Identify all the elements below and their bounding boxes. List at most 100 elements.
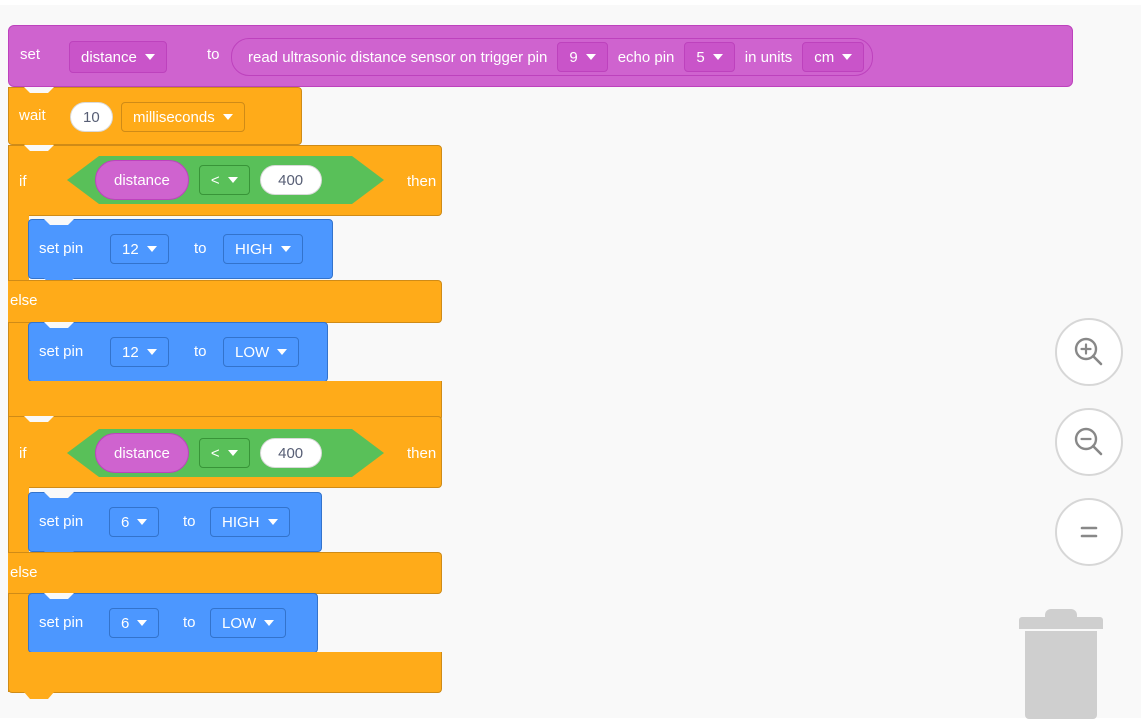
to-label: to — [183, 614, 196, 631]
trigger-pin-dropdown[interactable]: 9 — [557, 42, 608, 72]
set-pin-label: set pin — [39, 513, 84, 530]
chevron-down-icon — [146, 349, 157, 355]
chevron-down-icon — [137, 620, 148, 626]
then-label: then — [407, 173, 437, 190]
pin-value: 6 — [121, 614, 130, 632]
to-label: to — [194, 343, 207, 360]
less-than-condition[interactable]: distance < 400 — [67, 429, 384, 477]
chevron-down-icon — [144, 54, 155, 60]
distance-variable-reporter[interactable]: distance — [95, 160, 189, 200]
wait-value-input[interactable]: 10 — [70, 102, 113, 132]
then-label: then — [407, 445, 437, 462]
reset-zoom-button[interactable] — [1055, 498, 1123, 566]
to-label: to — [207, 46, 220, 63]
time-unit-value: milliseconds — [133, 108, 215, 126]
else-bar: else — [8, 280, 442, 323]
ultrasonic-sensor-reporter[interactable]: read ultrasonic distance sensor on trigg… — [231, 38, 874, 76]
set-pin-label: set pin — [39, 240, 84, 257]
set-pin-high-block[interactable]: set pin 6 to HIGH — [28, 492, 322, 552]
else-label: else — [10, 564, 38, 581]
echo-pin-dropdown[interactable]: 5 — [684, 42, 735, 72]
wait-block[interactable]: wait 10 milliseconds — [8, 87, 302, 145]
compare-value-input[interactable]: 400 — [260, 165, 322, 195]
pin-state-dropdown[interactable]: LOW — [210, 608, 287, 638]
pin-dropdown[interactable]: 12 — [110, 234, 169, 264]
pin-state-dropdown[interactable]: LOW — [223, 337, 300, 367]
if-else-block-2[interactable]: if distance < 400 then set pin 6 to HIGH… — [8, 416, 442, 693]
compare-value: 400 — [278, 171, 304, 189]
chevron-down-icon — [222, 114, 233, 120]
units-label: in units — [744, 48, 793, 66]
equals-icon — [1080, 526, 1098, 538]
if-header[interactable]: if distance < 400 then — [8, 416, 442, 488]
pin-value: 12 — [122, 240, 139, 258]
units-dropdown[interactable]: cm — [802, 42, 865, 72]
set-label: set — [20, 46, 41, 63]
to-label: to — [183, 513, 196, 530]
variable-dropdown[interactable]: distance — [69, 41, 167, 73]
if-label: if — [19, 173, 27, 190]
operator-value: < — [210, 444, 220, 462]
if-label: if — [19, 445, 27, 462]
variable-name: distance — [114, 444, 170, 462]
set-pin-low-block[interactable]: set pin 6 to LOW — [28, 593, 318, 653]
chevron-down-icon — [228, 177, 238, 183]
pin-dropdown[interactable]: 6 — [109, 608, 160, 638]
pin-state-value: LOW — [235, 343, 270, 361]
variable-name: distance — [114, 171, 170, 189]
if-bottom-bar — [8, 381, 442, 421]
workspace-canvas[interactable]: set distance to read ultrasonic distance… — [0, 5, 1141, 719]
else-bar: else — [8, 552, 442, 594]
chevron-down-icon — [264, 620, 275, 626]
less-than-condition[interactable]: distance < 400 — [67, 156, 384, 204]
pin-state-dropdown[interactable]: HIGH — [223, 234, 303, 264]
zoom-in-icon — [1074, 337, 1103, 366]
variable-dropdown-value: distance — [81, 48, 137, 66]
pin-value: 12 — [122, 343, 139, 361]
if-bottom-bar — [8, 652, 442, 693]
trigger-pin-value: 9 — [569, 48, 578, 66]
sensor-label: read ultrasonic distance sensor on trigg… — [248, 48, 548, 66]
set-pin-label: set pin — [39, 614, 84, 631]
set-pin-label: set pin — [39, 343, 84, 360]
echo-pin-label: echo pin — [617, 48, 675, 66]
set-pin-high-block[interactable]: set pin 12 to HIGH — [28, 219, 333, 279]
operator-dropdown[interactable]: < — [199, 438, 250, 468]
wait-label: wait — [19, 107, 46, 124]
operator-dropdown[interactable]: < — [199, 165, 250, 195]
chevron-down-icon — [280, 246, 291, 252]
zoom-in-button[interactable] — [1055, 318, 1123, 386]
set-variable-block[interactable]: set distance to read ultrasonic distance… — [8, 25, 1073, 87]
chevron-down-icon — [228, 450, 238, 456]
compare-value: 400 — [278, 444, 304, 462]
chevron-down-icon — [277, 349, 288, 355]
chevron-down-icon — [712, 54, 723, 60]
chevron-down-icon — [267, 519, 278, 525]
pin-dropdown[interactable]: 12 — [110, 337, 169, 367]
chevron-down-icon — [146, 246, 157, 252]
if-header[interactable]: if distance < 400 then — [8, 145, 442, 216]
pin-state-value: HIGH — [235, 240, 273, 258]
trash-lid — [1019, 617, 1103, 629]
time-unit-dropdown[interactable]: milliseconds — [121, 102, 245, 132]
zoom-out-button[interactable] — [1055, 408, 1123, 476]
chevron-down-icon — [585, 54, 596, 60]
units-value: cm — [814, 48, 835, 66]
pin-state-dropdown[interactable]: HIGH — [210, 507, 290, 537]
if-else-block-1[interactable]: if distance < 400 then set pin 12 to HIG… — [8, 145, 442, 421]
set-pin-low-block[interactable]: set pin 12 to LOW — [28, 322, 328, 382]
zoom-out-icon — [1074, 427, 1103, 456]
distance-variable-reporter[interactable]: distance — [95, 433, 189, 473]
echo-pin-value: 5 — [696, 48, 705, 66]
pin-state-value: HIGH — [222, 513, 260, 531]
operator-value: < — [210, 171, 220, 189]
chevron-down-icon — [842, 54, 853, 60]
pin-dropdown[interactable]: 6 — [109, 507, 160, 537]
pin-state-value: LOW — [222, 614, 257, 632]
else-label: else — [10, 292, 38, 309]
pin-value: 6 — [121, 513, 130, 531]
to-label: to — [194, 240, 207, 257]
chevron-down-icon — [137, 519, 148, 525]
compare-value-input[interactable]: 400 — [260, 438, 322, 468]
trash-can-body — [1025, 631, 1097, 719]
